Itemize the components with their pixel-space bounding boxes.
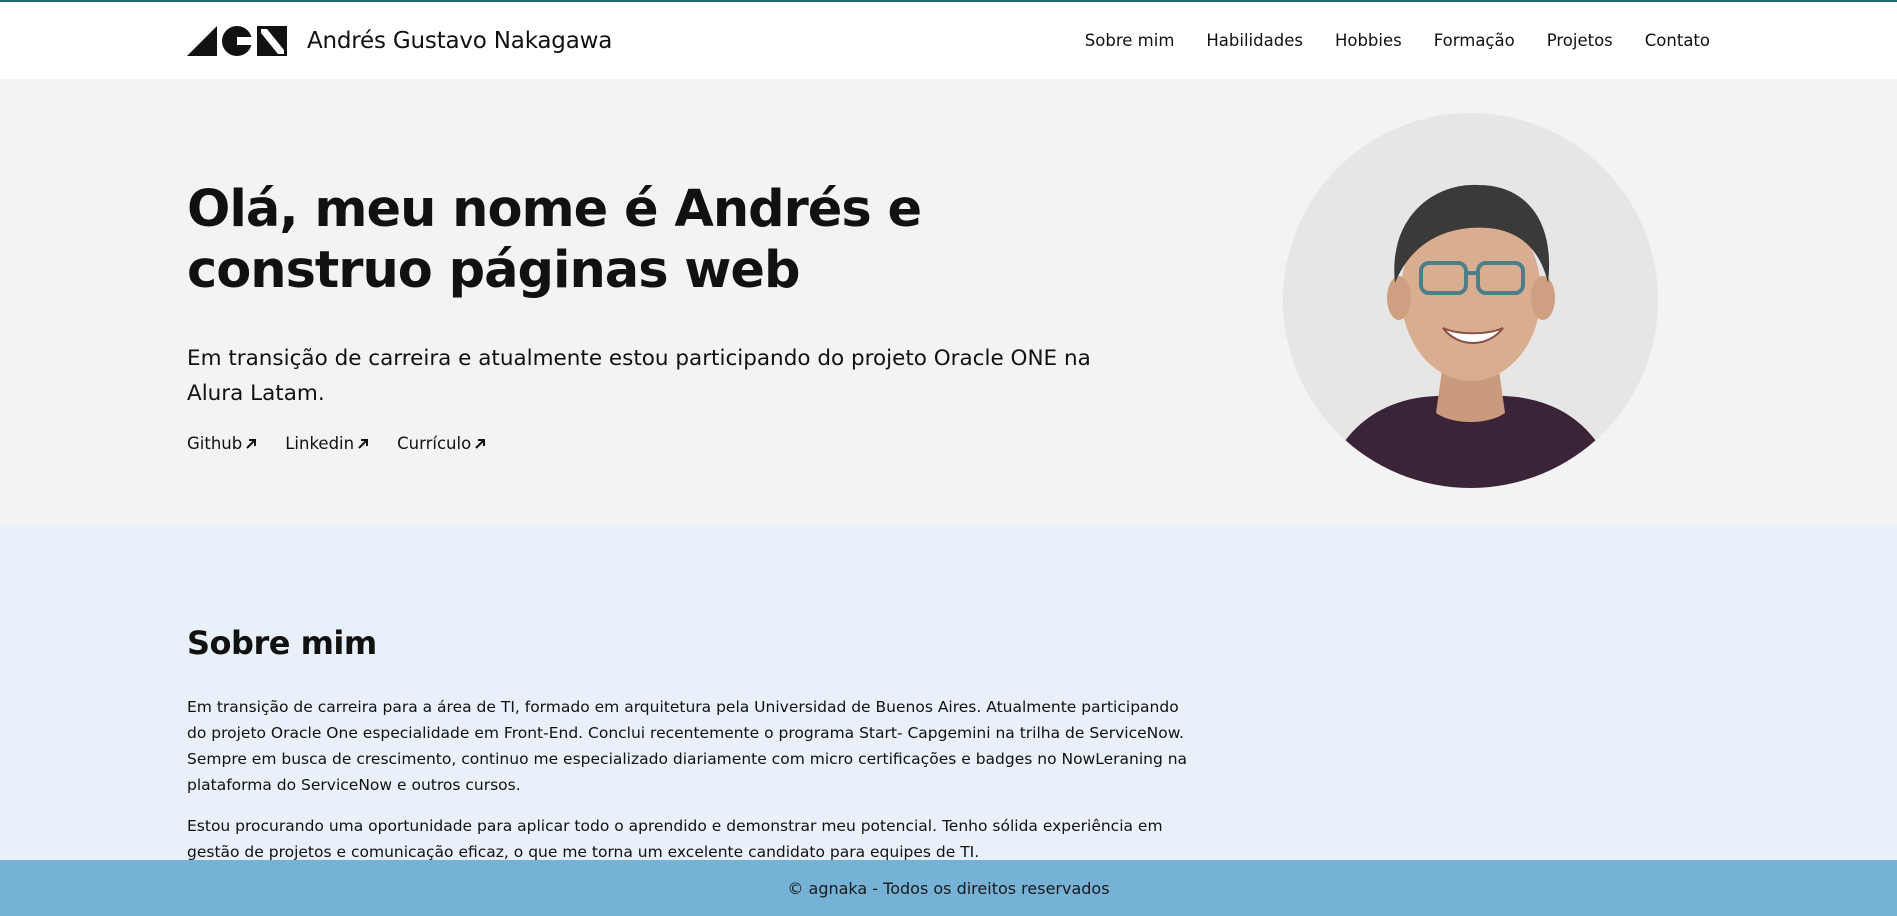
nav-item-formacao[interactable]: Formação [1434,31,1515,50]
nav-item-habilidades[interactable]: Habilidades [1206,31,1303,50]
about-paragraph: Em transição de carreira para a área de … [187,698,1188,794]
agn-logo-icon [187,25,287,56]
github-link[interactable]: Github [187,434,257,453]
profile-photo [1283,113,1658,488]
nav-item-hobbies[interactable]: Hobbies [1335,31,1402,50]
site-header: Andrés Gustavo Nakagawa Sobre mim Habili… [0,2,1897,79]
nav-item-contato[interactable]: Contato [1645,31,1710,50]
curriculo-link-label: Currículo [397,434,472,453]
curriculo-link[interactable]: Currículo [397,434,486,453]
github-link-label: Github [187,434,243,453]
about-paragraph: Estou procurando uma oportunidade para a… [187,817,1163,861]
linkedin-link-label: Linkedin [285,434,355,453]
about-title: Sobre mim [187,624,377,662]
arrow-up-right-icon [358,438,369,449]
main-nav: Sobre mim Habilidades Hobbies Formação P… [1085,31,1710,50]
site-footer: © agnaka - Todos os direitos reservados [0,860,1897,916]
about-text: Em transição de carreira para a área de … [187,694,1192,880]
brand[interactable]: Andrés Gustavo Nakagawa [187,25,613,56]
linkedin-link[interactable]: Linkedin [285,434,369,453]
arrow-up-right-icon [475,438,486,449]
arrow-up-right-icon [246,438,257,449]
nav-item-sobre-mim[interactable]: Sobre mim [1085,31,1175,50]
hero-section: Olá, meu nome é Andrés e construo página… [0,79,1897,526]
about-section: Sobre mim Em transição de carreira para … [0,526,1897,916]
brand-name: Andrés Gustavo Nakagawa [307,27,613,54]
hero-title: Olá, meu nome é Andrés e construo página… [187,180,922,300]
nav-item-projetos[interactable]: Projetos [1547,31,1613,50]
social-links: Github Linkedin Currículo [187,434,486,453]
hero-subtitle: Em transição de carreira e atualmente es… [187,346,1091,406]
footer-text: © agnaka - Todos os direitos reservados [787,878,1110,898]
